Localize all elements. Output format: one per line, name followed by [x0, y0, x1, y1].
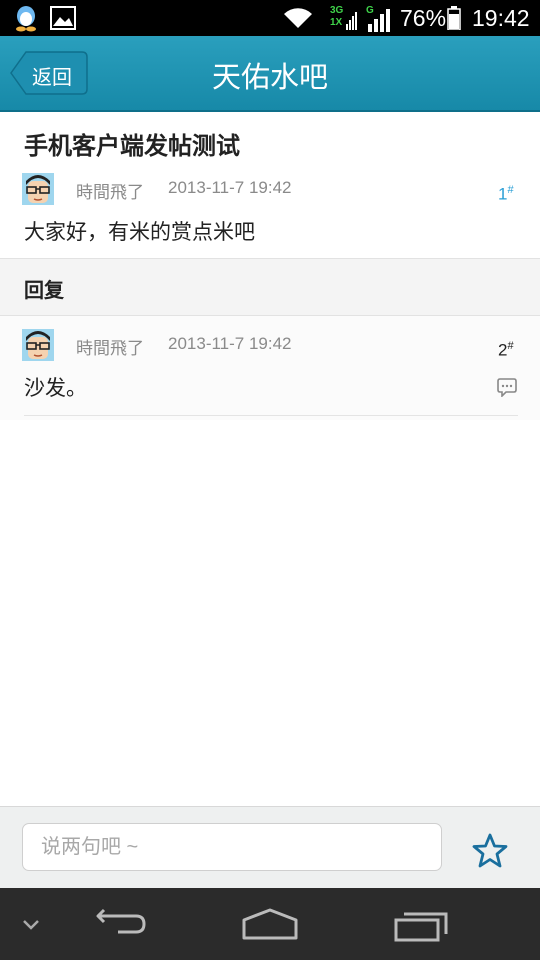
avatar[interactable] — [22, 329, 54, 361]
post-author[interactable]: 時間飛了 — [76, 178, 144, 203]
clock: 19:42 — [472, 5, 530, 31]
floor-number: 2# — [498, 340, 514, 360]
image-icon — [50, 6, 76, 34]
post-title: 手机客户端发帖测试 — [24, 132, 240, 160]
star-icon[interactable] — [470, 831, 510, 871]
recent-apps-icon[interactable] — [392, 908, 450, 948]
page-title: 天佑水吧 — [211, 62, 328, 94]
avatar[interactable] — [22, 173, 54, 205]
battery-icon — [447, 6, 461, 34]
qq-icon — [12, 4, 40, 36]
comment-input[interactable] — [22, 823, 442, 871]
chevron-down-icon[interactable] — [22, 916, 40, 935]
network-type-3g: 3G — [330, 5, 344, 16]
floor-number: 1# — [498, 184, 514, 204]
comment-bar — [0, 806, 540, 889]
network-type-1x: 1X — [330, 17, 343, 28]
status-bar: 3G 1X G 76% 19:42 — [0, 0, 540, 36]
divider — [24, 415, 518, 416]
signal-icon — [366, 8, 390, 36]
reply-content: 沙发。 — [24, 376, 87, 400]
reply-author[interactable]: 時間飛了 — [76, 334, 144, 359]
reply-section-header: 回复 — [0, 258, 540, 316]
post-content: 大家好，有米的赏点米吧 — [24, 220, 255, 244]
signal-icon — [346, 8, 358, 34]
battery-percent: 76% — [400, 5, 447, 31]
system-nav-bar — [0, 888, 540, 960]
home-icon[interactable] — [240, 906, 300, 946]
comment-icon[interactable] — [497, 377, 517, 401]
post-time: 2013-11-7 19:42 — [168, 178, 292, 197]
back-nav-icon[interactable] — [92, 908, 148, 946]
reply-section-label: 回复 — [24, 278, 64, 302]
reply-time: 2013-11-7 19:42 — [168, 334, 292, 353]
list-item — [0, 316, 540, 420]
app-header: 返回 天佑水吧 — [0, 36, 540, 112]
wifi-icon — [282, 6, 314, 34]
